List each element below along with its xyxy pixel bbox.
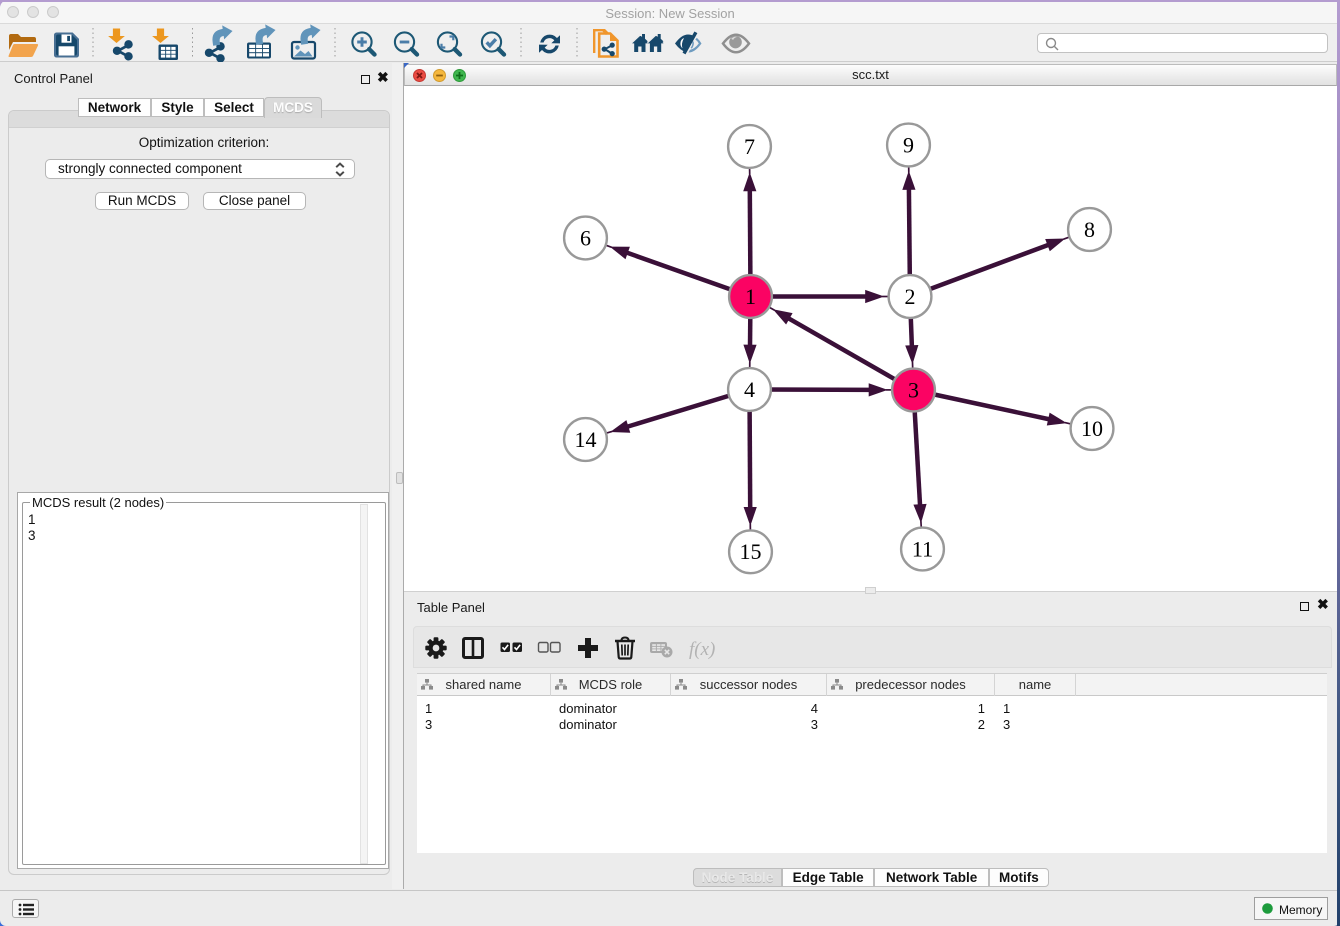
svg-text:3: 3	[908, 377, 919, 402]
svg-text:10: 10	[1081, 416, 1103, 441]
svg-text:7: 7	[744, 134, 755, 159]
svg-text:1: 1	[745, 284, 756, 309]
svg-text:6: 6	[580, 225, 591, 250]
svg-text:2: 2	[905, 284, 916, 309]
svg-text:11: 11	[912, 536, 933, 561]
svg-text:4: 4	[744, 377, 755, 402]
svg-text:9: 9	[903, 132, 914, 157]
svg-text:f(x): f(x)	[689, 639, 715, 660]
svg-text:8: 8	[1084, 217, 1095, 242]
svg-text:14: 14	[575, 427, 597, 452]
svg-text:15: 15	[740, 539, 762, 564]
